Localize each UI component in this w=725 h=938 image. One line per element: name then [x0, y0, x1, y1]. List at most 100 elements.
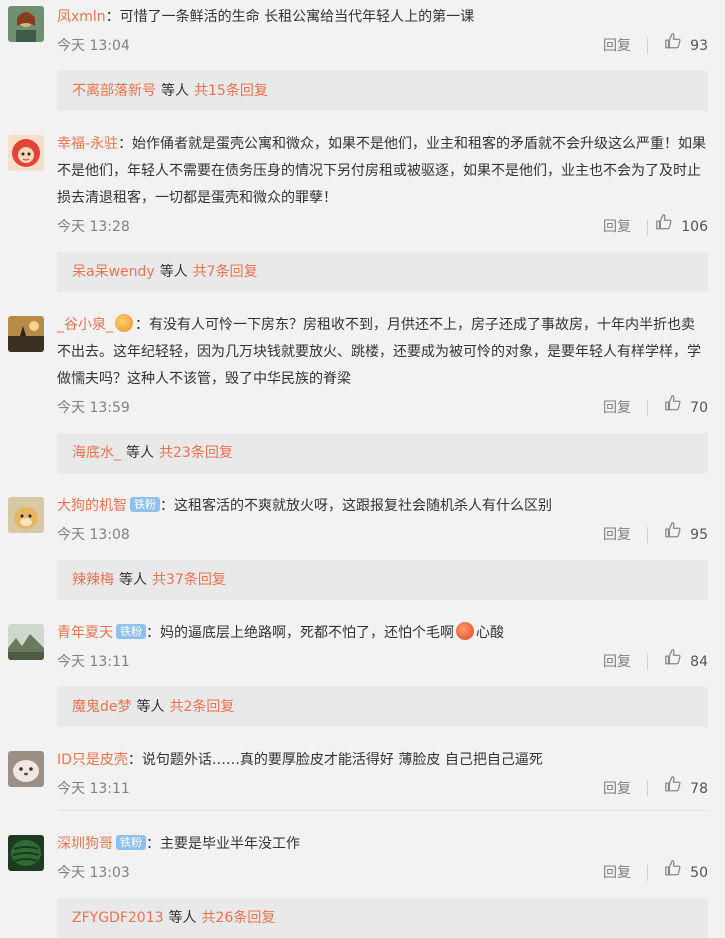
avatar-cartoon-icon [8, 135, 44, 171]
divider [647, 38, 648, 54]
comment-text-suffix: 心酸 [476, 625, 504, 641]
reply-connector: 等人 [168, 910, 197, 926]
comment-username[interactable]: 深圳狗哥 [57, 836, 113, 852]
reply-summary[interactable]: 呆a呆wendy 等人 共7条回复 [57, 252, 708, 292]
avatar-dog-icon [8, 497, 44, 533]
thumbs-up-icon [664, 858, 682, 888]
thumbs-up-icon [664, 520, 682, 550]
thumbs-up-icon [664, 31, 682, 61]
like-button[interactable]: 93 [664, 31, 708, 61]
comment-time: 今天 13:08 [57, 527, 130, 543]
user-avatar[interactable] [8, 135, 44, 171]
reply-username[interactable]: 不离部落新号 [72, 83, 156, 99]
user-avatar[interactable] [8, 316, 44, 352]
comment-username[interactable]: _谷小泉_ [57, 317, 113, 333]
thumbs-up-icon [664, 774, 682, 804]
reply-count-link[interactable]: 共26条回复 [202, 910, 276, 926]
reply-button[interactable]: 回复 [603, 520, 631, 550]
like-button[interactable]: 95 [664, 520, 708, 550]
like-button[interactable]: 84 [664, 647, 708, 677]
reply-connector: 等人 [159, 264, 188, 280]
comment-time: 今天 13:03 [57, 865, 130, 881]
comment-meta: 今天 13:59 回复 70 [57, 393, 708, 423]
reply-connector: 等人 [161, 83, 189, 99]
divider [647, 527, 648, 543]
avatar-woman-icon [8, 6, 44, 42]
comment-text: ：主要是毕业半年没工作 [146, 836, 300, 852]
comment-text: ：说句题外话……真的要厚脸皮才能活得好 薄脸皮 自己把自己逼死 [127, 752, 543, 768]
comment-item: 幸福-永驻：始作俑者就是蛋壳公寓和微众，如果不是他们，业主和租客的矛盾就不会升级… [0, 111, 725, 292]
reply-username[interactable]: 呆a呆wendy [72, 264, 155, 280]
fan-badge: 铁粉 [116, 835, 146, 850]
like-button[interactable]: 78 [664, 774, 708, 804]
thumbs-up-icon [664, 393, 682, 423]
fan-badge: 铁粉 [130, 497, 160, 512]
like-count: 95 [690, 527, 708, 543]
like-count: 78 [690, 781, 708, 797]
reply-summary[interactable]: 不离部落新号 等人 共15条回复 [57, 71, 708, 111]
reply-connector: 等人 [119, 572, 147, 588]
like-count: 84 [690, 654, 708, 670]
reply-summary[interactable]: ZFYGDF2013 等人 共26条回复 [57, 898, 708, 938]
comment-meta: 今天 13:11 回复 84 [57, 647, 708, 677]
reply-count-link[interactable]: 共2条回复 [170, 699, 235, 715]
comment-text: ：始作俑者就是蛋壳公寓和微众，如果不是他们，业主和租客的矛盾就不会升级这么严重！… [57, 136, 707, 206]
comment-username[interactable]: 凤xmln [57, 9, 106, 25]
user-avatar[interactable] [8, 497, 44, 533]
user-avatar[interactable] [8, 751, 44, 787]
comment-item: 青年夏天 铁粉 ：妈的逼底层上绝路啊，死都不怕了，还怕个毛啊 心酸 今天 13:11 回复… [0, 600, 725, 727]
reply-count-link[interactable]: 共7条回复 [193, 264, 258, 280]
user-avatar[interactable] [8, 624, 44, 660]
avatar-landscape-icon [8, 624, 44, 660]
like-button[interactable]: 50 [664, 858, 708, 888]
reply-button[interactable]: 回复 [603, 858, 631, 888]
comment-username[interactable]: 幸福-永驻 [57, 136, 118, 152]
reply-button[interactable]: 回复 [603, 774, 631, 804]
comment-text: ：可惜了一条鲜活的生命 长租公寓给当代年轻人上的第一课 [105, 9, 475, 25]
user-avatar[interactable] [8, 6, 44, 42]
reply-username[interactable]: 魔鬼de梦 [72, 699, 132, 715]
comment-text: ：妈的逼底层上绝路啊，死都不怕了，还怕个毛啊 [146, 625, 454, 641]
comment-text: ：这租客活的不爽就放火呀，这跟报复社会随机杀人有什么区别 [160, 498, 552, 514]
comment-time: 今天 13:04 [57, 38, 130, 54]
comment-meta: 今天 13:03 回复 50 [57, 858, 708, 888]
like-button[interactable]: 106 [655, 212, 708, 242]
like-count: 70 [690, 400, 708, 416]
divider [647, 781, 648, 797]
heart-emoji-icon [115, 314, 133, 332]
comment-item: 凤xmln：可惜了一条鲜活的生命 长租公寓给当代年轻人上的第一课今天 13:04… [0, 0, 725, 111]
comment-text: ：有没有人可怜一下房东？房租收不到，月供还不上，房子还成了事故房，十年内半折也卖… [57, 317, 701, 387]
divider [647, 865, 648, 881]
reply-button[interactable]: 回复 [603, 647, 631, 677]
reply-button[interactable]: 回复 [603, 212, 631, 242]
thumbs-up-icon [664, 647, 682, 677]
reply-connector: 等人 [136, 699, 165, 715]
reply-summary[interactable]: 海底水_ 等人 共23条回复 [57, 433, 708, 473]
divider [647, 654, 648, 670]
reply-button[interactable]: 回复 [603, 31, 631, 61]
reply-username[interactable]: 辣辣梅 [72, 572, 114, 588]
divider [647, 400, 648, 416]
thumbs-up-icon [655, 212, 673, 242]
divider [647, 219, 648, 235]
reply-count-link[interactable]: 共37条回复 [152, 572, 226, 588]
like-button[interactable]: 70 [664, 393, 708, 423]
reply-username[interactable]: 海底水_ [72, 445, 121, 461]
reply-username[interactable]: ZFYGDF2013 [72, 910, 164, 926]
comment-username[interactable]: 大狗的机智 [57, 498, 127, 514]
reply-count-link[interactable]: 共23条回复 [159, 445, 233, 461]
reply-count-link[interactable]: 共15条回复 [194, 83, 268, 99]
sad-emoji-icon [456, 622, 474, 640]
comment-time: 今天 13:11 [57, 654, 130, 670]
like-count: 93 [690, 38, 708, 54]
reply-summary[interactable]: 辣辣梅 等人 共37条回复 [57, 560, 708, 600]
reply-button[interactable]: 回复 [603, 393, 631, 423]
user-avatar[interactable] [8, 835, 44, 871]
reply-summary[interactable]: 魔鬼de梦 等人 共2条回复 [57, 687, 708, 727]
avatar-pet-icon [8, 751, 44, 787]
comment-username[interactable]: ID只是皮壳 [57, 752, 128, 768]
comment-meta: 今天 13:08 回复 95 [57, 520, 708, 550]
comment-username[interactable]: 青年夏天 [57, 625, 113, 641]
comment-item: 深圳狗哥 铁粉 ：主要是毕业半年没工作 今天 13:03 回复 50 ZFYGDF2013 等… [0, 811, 725, 938]
comment-item: 大狗的机智 铁粉 ：这租客活的不爽就放火呀，这跟报复社会随机杀人有什么区别今天 13… [0, 473, 725, 600]
